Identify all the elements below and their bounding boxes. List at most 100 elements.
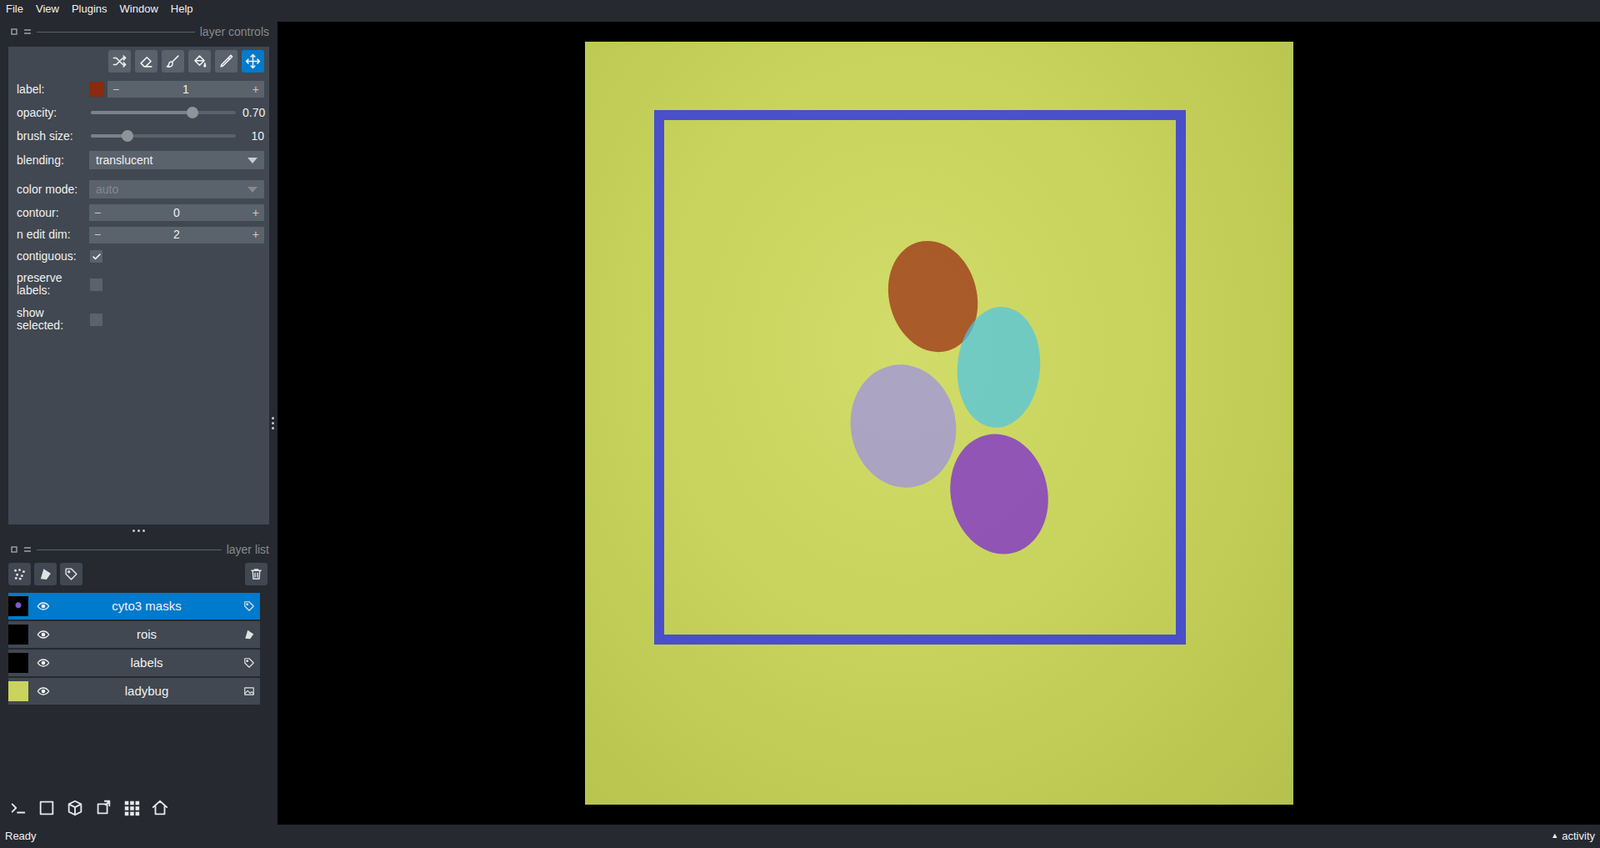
label-spinbox[interactable]: − 1 + — [107, 80, 265, 98]
blending-caption: blending: — [16, 154, 90, 167]
panel-splitter[interactable] — [0, 524, 278, 536]
layer-row[interactable]: rois — [8, 620, 260, 648]
ndisplay-button[interactable] — [35, 795, 59, 820]
layer-name: ladybug — [50, 681, 244, 701]
opacity-handle[interactable] — [186, 106, 199, 119]
splitter-dot — [271, 421, 275, 425]
menu-item[interactable]: Help — [170, 0, 194, 18]
checkbox-control — [89, 313, 265, 326]
new-shapes-button[interactable] — [34, 562, 57, 585]
picker-icon — [218, 53, 235, 70]
labels-icon — [243, 656, 255, 669]
checkbox[interactable] — [90, 250, 103, 263]
decrement-button[interactable]: − — [112, 80, 120, 99]
checkbox-row: show selected: — [16, 302, 265, 336]
eye-icon[interactable] — [36, 684, 50, 698]
label-color-swatch[interactable] — [89, 81, 105, 97]
opacity-control: 0.70 — [89, 104, 265, 122]
decrement-button[interactable]: − — [94, 225, 101, 244]
shuffle-button[interactable] — [108, 50, 131, 73]
dock-splitter[interactable] — [271, 416, 275, 430]
brush-size-slider[interactable] — [90, 134, 236, 138]
dropdown-arrow-icon — [247, 186, 258, 193]
home-button[interactable] — [148, 795, 172, 820]
fill-button[interactable] — [188, 50, 211, 73]
splitter-dot — [132, 529, 135, 532]
layer-name: cyto3 masks — [50, 596, 244, 616]
checkbox-control — [89, 278, 265, 291]
label-mask — [939, 425, 1060, 564]
checkbox[interactable] — [90, 313, 103, 326]
n-edit-dim-row: n edit dim:−2+ — [16, 223, 265, 246]
console-button[interactable] — [6, 795, 30, 820]
layer-row[interactable]: cyto3 masks — [8, 592, 260, 620]
label-value: 1 — [182, 80, 190, 99]
picker-button[interactable] — [215, 50, 238, 73]
n-edit-dim-spinbox[interactable]: −2+ — [89, 226, 265, 244]
image-icon — [243, 685, 255, 697]
layer-row[interactable]: labels — [8, 649, 260, 676]
delete-layer-button[interactable] — [245, 562, 268, 585]
console-icon — [9, 798, 28, 817]
float-icon[interactable] — [10, 545, 19, 554]
checkbox[interactable] — [90, 278, 103, 291]
status-text: Ready — [5, 827, 37, 845]
new-labels-button[interactable] — [60, 562, 83, 585]
eraser-icon — [138, 53, 155, 70]
grid-icon — [122, 798, 141, 817]
splitter-dot — [142, 529, 145, 532]
layer-buttons — [8, 562, 268, 585]
cube-button[interactable] — [63, 795, 87, 820]
activity-button[interactable]: ▲activity — [1550, 827, 1595, 845]
contour-control: −0+ — [89, 204, 265, 221]
eye-icon[interactable] — [36, 655, 50, 670]
layer-list: cyto3 masks rois labels ladybug — [8, 592, 260, 705]
color-mode-value: auto — [95, 180, 119, 199]
blending-dropdown[interactable]: translucent — [89, 150, 265, 170]
label-row: label:−1+ — [16, 77, 265, 101]
decrement-button[interactable]: − — [94, 204, 101, 222]
eye-icon[interactable] — [36, 599, 50, 613]
cube-icon — [65, 798, 85, 817]
menu-item[interactable]: File — [5, 0, 24, 18]
brush-button[interactable] — [161, 50, 185, 73]
layer-name: rois — [50, 625, 244, 645]
opacity-row: opacity:0.70 — [16, 100, 265, 125]
viewer-canvas[interactable] — [277, 21, 1600, 825]
menu-item[interactable]: View — [35, 0, 60, 18]
opacity-reading: 0.70 — [242, 104, 265, 122]
layer-thumbnail — [8, 652, 29, 673]
shuffle-icon — [111, 53, 128, 70]
points-icon — [12, 566, 27, 581]
title-line — [36, 31, 195, 33]
blending-value: translucent — [95, 151, 153, 170]
panel-title: layer list — [10, 540, 270, 558]
new-points-button[interactable] — [8, 562, 31, 585]
float-icon[interactable] — [10, 27, 19, 36]
menu-item[interactable]: Window — [120, 0, 159, 18]
move-button[interactable] — [241, 50, 265, 73]
brush-size-handle[interactable] — [121, 130, 134, 142]
checkbox-caption: preserve labels: — [16, 271, 90, 296]
contour-spinbox[interactable]: −0+ — [89, 204, 265, 221]
close-icon[interactable] — [23, 545, 32, 554]
eraser-button[interactable] — [135, 50, 158, 73]
layer-row[interactable]: ladybug — [8, 677, 260, 705]
increment-button[interactable]: + — [252, 80, 260, 99]
increment-button[interactable]: + — [252, 204, 260, 222]
close-icon[interactable] — [23, 27, 32, 36]
viewer-buttons — [6, 795, 172, 820]
color-mode-dropdown: auto — [89, 180, 265, 199]
activity-caret-icon: ▲ — [1550, 830, 1559, 842]
increment-button[interactable]: + — [252, 225, 260, 244]
dropdown-arrow-icon — [247, 157, 258, 164]
menu-item[interactable]: Plugins — [71, 0, 108, 18]
splitter-dot — [137, 529, 140, 532]
color-mode-caption: color mode: — [16, 183, 90, 196]
activity-label: activity — [1561, 827, 1595, 845]
grid-button[interactable] — [120, 795, 144, 820]
roll-button[interactable] — [91, 795, 115, 820]
roll-icon — [94, 798, 113, 817]
eye-icon[interactable] — [36, 627, 50, 641]
opacity-slider[interactable] — [90, 110, 236, 115]
